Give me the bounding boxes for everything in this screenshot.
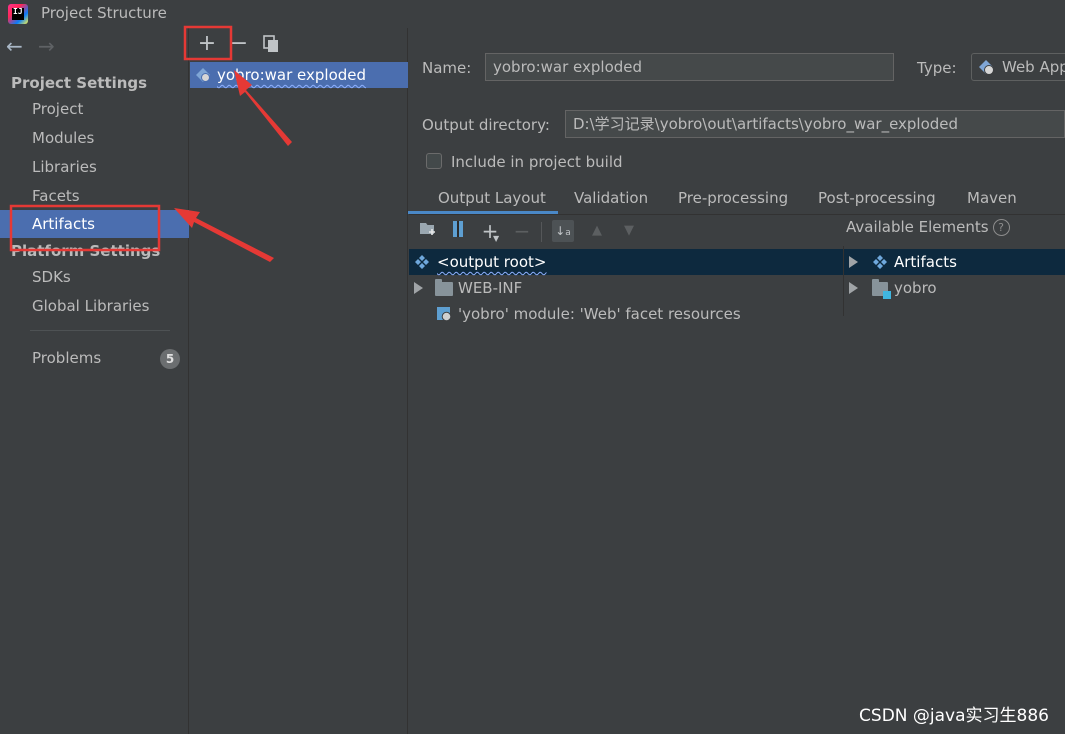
tab-label: Maven (967, 189, 1017, 207)
module-folder-icon (872, 279, 891, 299)
artifact-diamond-icon (415, 255, 429, 269)
tab-label: Validation (574, 189, 649, 207)
sidebar-item-label: Problems (32, 349, 102, 367)
layout-toolbar: + ▼ − ↓a ▲ ▼ (409, 216, 843, 246)
artifact-list-item[interactable]: yobro:war exploded (190, 62, 408, 88)
tree-node-label: <output root> (437, 253, 547, 271)
add-copy-of-button[interactable]: + ▼ (479, 220, 501, 243)
tree-node-output-root[interactable]: <output root> (409, 249, 843, 275)
available-node-artifacts[interactable]: Artifacts (844, 249, 1065, 275)
artifact-name-field[interactable]: yobro:war exploded (485, 53, 894, 81)
tree-node-label: Artifacts (894, 253, 957, 271)
settings-sidebar: ← → Project Settings Project Modules Libr… (0, 28, 189, 734)
available-node-yobro[interactable]: yobro (844, 275, 1065, 301)
artifact-type-select[interactable]: Web App (971, 53, 1065, 81)
sidebar-item-sdks[interactable]: SDKs (0, 263, 189, 291)
toolbar-separator (541, 222, 542, 242)
remove-element-button[interactable]: − (511, 220, 533, 242)
expand-arrow-icon[interactable] (414, 282, 423, 294)
name-label: Name: (422, 59, 472, 77)
nav-arrows: ← → (6, 36, 60, 60)
sidebar-item-libraries[interactable]: Libraries (0, 153, 189, 181)
sidebar-divider (30, 330, 170, 331)
sidebar-item-label: SDKs (32, 268, 71, 286)
web-artifact-icon (196, 68, 210, 82)
sidebar-item-label: Modules (32, 129, 95, 147)
create-directory-button[interactable] (417, 220, 439, 242)
watermark-text: CSDN @java实习生886 (859, 706, 1049, 726)
tab-label: Pre-processing (678, 189, 789, 207)
tab-pre-processing[interactable]: Pre-processing (678, 184, 788, 214)
sidebar-item-problems[interactable]: Problems 5 (0, 344, 189, 372)
sort-elements-button[interactable]: ↓a (552, 220, 574, 242)
sidebar-item-artifacts[interactable]: Artifacts (0, 210, 189, 238)
tab-post-processing[interactable]: Post-processing (818, 184, 936, 214)
tab-maven[interactable]: Maven (967, 184, 1017, 214)
artifact-type-value: Web App (1002, 58, 1065, 76)
available-elements-label: Available Elements? (846, 218, 1010, 236)
artifact-detail-panel: Name: yobro:war exploded Type: Web App O… (408, 28, 1065, 734)
tree-node-label: WEB-INF (458, 279, 523, 297)
sidebar-item-global-libraries[interactable]: Global Libraries (0, 292, 189, 320)
tab-label: Post-processing (818, 189, 936, 207)
output-directory-label: Output directory: (422, 116, 550, 134)
new-folder-icon (420, 223, 435, 235)
sidebar-item-label: Artifacts (32, 215, 95, 233)
sidebar-item-label: Facets (32, 187, 80, 205)
title-bar: IJ Project Structure (0, 0, 1065, 28)
forward-arrow-icon[interactable]: → (38, 36, 60, 56)
tree-node-web-inf[interactable]: WEB-INF (409, 275, 843, 301)
problems-count-badge: 5 (160, 349, 180, 369)
output-directory-field[interactable]: D:\学习记录\yobro\out\artifacts\yobro_war_ex… (565, 110, 1065, 138)
move-down-button[interactable]: ▼ (618, 220, 640, 242)
artifact-list-panel: + − yobro:war exploded (190, 28, 408, 734)
sidebar-item-facets[interactable]: Facets (0, 182, 189, 210)
web-facet-icon (437, 307, 452, 322)
artifact-list-toolbar: + − (190, 28, 408, 60)
copy-icon (263, 35, 278, 52)
type-label: Type: (917, 59, 957, 77)
include-in-build-label: Include in project build (451, 153, 623, 171)
expand-arrow-icon[interactable] (849, 256, 858, 268)
expand-arrow-icon[interactable] (849, 282, 858, 294)
window-title: Project Structure (41, 4, 167, 22)
include-in-build-checkbox[interactable] (426, 153, 442, 169)
artifact-name-label: yobro:war exploded (217, 66, 367, 84)
create-archive-button[interactable] (447, 220, 469, 242)
intellij-app-icon: IJ (8, 4, 28, 24)
sidebar-item-label: Project (32, 100, 84, 118)
platform-settings-header: Platform Settings (11, 242, 161, 260)
help-icon[interactable]: ? (992, 219, 1010, 236)
sidebar-item-modules[interactable]: Modules (0, 124, 189, 152)
web-artifact-icon (979, 60, 994, 75)
back-arrow-icon[interactable]: ← (6, 36, 28, 56)
tabs-divider (409, 214, 1065, 215)
tree-node-web-facet-resources[interactable]: 'yobro' module: 'Web' facet resources (409, 301, 843, 327)
tab-label: Output Layout (438, 189, 546, 207)
tree-node-label: 'yobro' module: 'Web' facet resources (458, 305, 741, 323)
available-elements-text: Available Elements (846, 218, 989, 236)
project-settings-header: Project Settings (11, 74, 148, 92)
sidebar-item-project[interactable]: Project (0, 95, 189, 123)
sidebar-item-label: Libraries (32, 158, 97, 176)
move-up-button[interactable]: ▲ (586, 220, 608, 242)
sidebar-item-label: Global Libraries (32, 297, 150, 315)
folder-icon (435, 279, 453, 296)
tab-validation[interactable]: Validation (574, 184, 648, 214)
tree-node-label: yobro (894, 279, 937, 297)
add-artifact-button[interactable]: + (195, 32, 219, 56)
archive-icon (453, 221, 463, 237)
copy-artifact-button[interactable] (259, 32, 283, 56)
remove-artifact-button[interactable]: − (227, 32, 251, 56)
artifact-diamond-icon (873, 255, 887, 269)
tab-output-layout[interactable]: Output Layout (408, 184, 558, 214)
